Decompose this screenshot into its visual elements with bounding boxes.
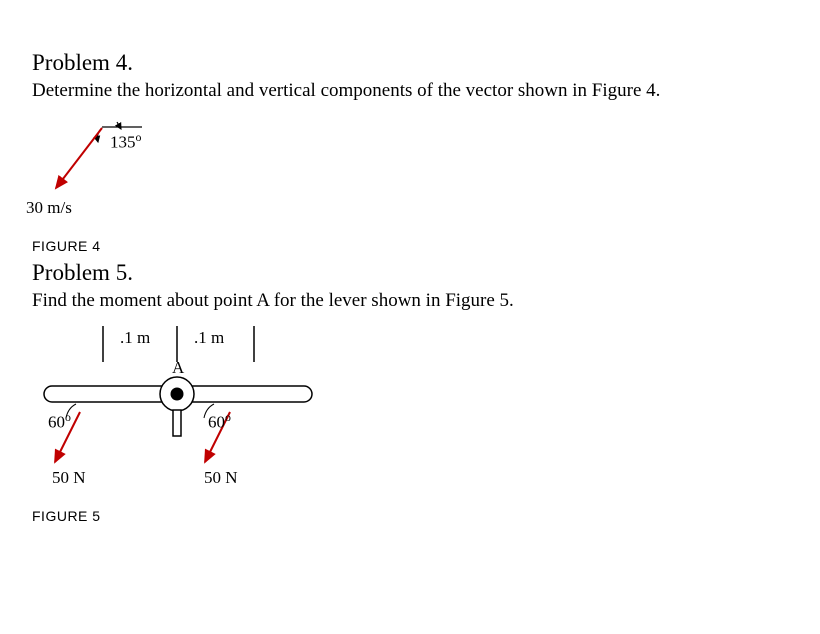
- dist-right-label: .1 m: [194, 328, 224, 348]
- problem-4-title: Problem 4.: [32, 50, 790, 76]
- page: Problem 4. Determine the horizontal and …: [0, 0, 820, 560]
- point-a-label: A: [172, 358, 184, 378]
- figure-5-caption: FIGURE 5: [32, 508, 790, 524]
- figure-4: 135o 30 m/s: [32, 112, 332, 232]
- figure-5: .1 m .1 m A 60o 60o 50 N 50 N: [32, 322, 382, 502]
- problem-5-title: Problem 5.: [32, 260, 790, 286]
- figure-4-svg: [32, 112, 332, 232]
- problem-4-text: Determine the horizontal and vertical co…: [32, 80, 790, 102]
- angle-135-label: 135o: [110, 130, 141, 153]
- angle-left-label: 60o: [48, 410, 71, 433]
- problem-5-text: Find the moment about point A for the le…: [32, 290, 790, 312]
- magnitude-label: 30 m/s: [26, 198, 72, 218]
- angle-right-label: 60o: [208, 410, 231, 433]
- force-right-label: 50 N: [204, 468, 238, 488]
- dist-left-label: .1 m: [120, 328, 150, 348]
- figure-4-caption: FIGURE 4: [32, 238, 790, 254]
- force-left-label: 50 N: [52, 468, 86, 488]
